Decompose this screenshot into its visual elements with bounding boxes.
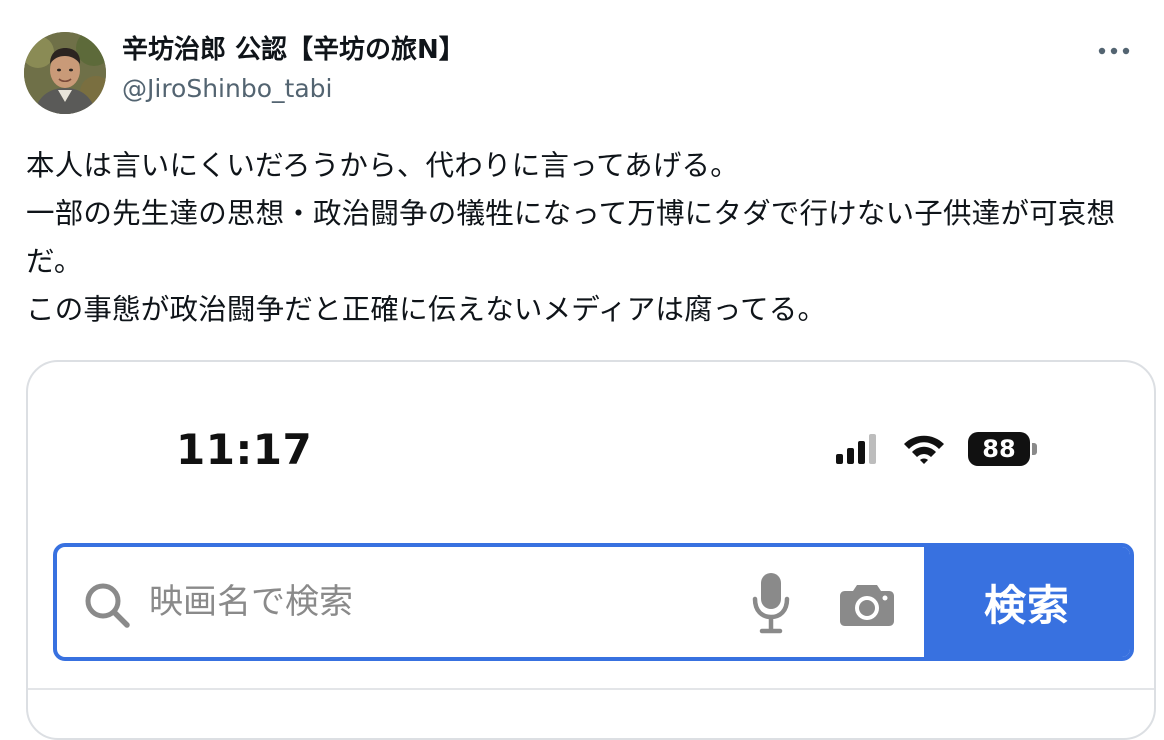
battery-icon: 88 <box>968 431 1038 467</box>
battery-tip <box>1032 443 1037 455</box>
search-button[interactable]: 検索 <box>924 547 1130 657</box>
tweet-media-screenshot[interactable]: 11:17 88 映画名で検索 検索 <box>26 360 1156 740</box>
card-divider <box>28 688 1154 690</box>
status-bar-time: 11:17 <box>176 425 313 474</box>
search-icon <box>85 583 130 628</box>
avatar[interactable] <box>24 32 106 114</box>
more-options-button[interactable] <box>1094 36 1134 66</box>
more-horizontal-icon <box>1098 47 1130 55</box>
search-input-area <box>57 547 924 657</box>
status-bar-icons: 88 <box>836 426 1038 472</box>
search-input[interactable] <box>149 569 709 635</box>
camera-icon[interactable] <box>839 581 895 627</box>
tweet-header: 辛坊治郎 公認【辛坊の旅N】 @JiroShinbo_tabi <box>24 30 1140 114</box>
author-info: 辛坊治郎 公認【辛坊の旅N】 @JiroShinbo_tabi <box>122 32 465 106</box>
search-bar: 検索 <box>53 543 1134 661</box>
user-avatar-icon <box>24 32 106 114</box>
author-display-name[interactable]: 辛坊治郎 公認【辛坊の旅N】 <box>122 32 465 68</box>
tweet-text: 本人は言いにくいだろうから、代わりに言ってあげる。 一部の先生達の思想・政治闘争… <box>26 149 1116 326</box>
signal-icon <box>836 434 876 464</box>
mic-icon[interactable] <box>751 571 791 635</box>
wifi-icon <box>904 435 944 464</box>
battery-level: 88 <box>968 432 1030 466</box>
author-handle[interactable]: @JiroShinbo_tabi <box>122 72 465 106</box>
